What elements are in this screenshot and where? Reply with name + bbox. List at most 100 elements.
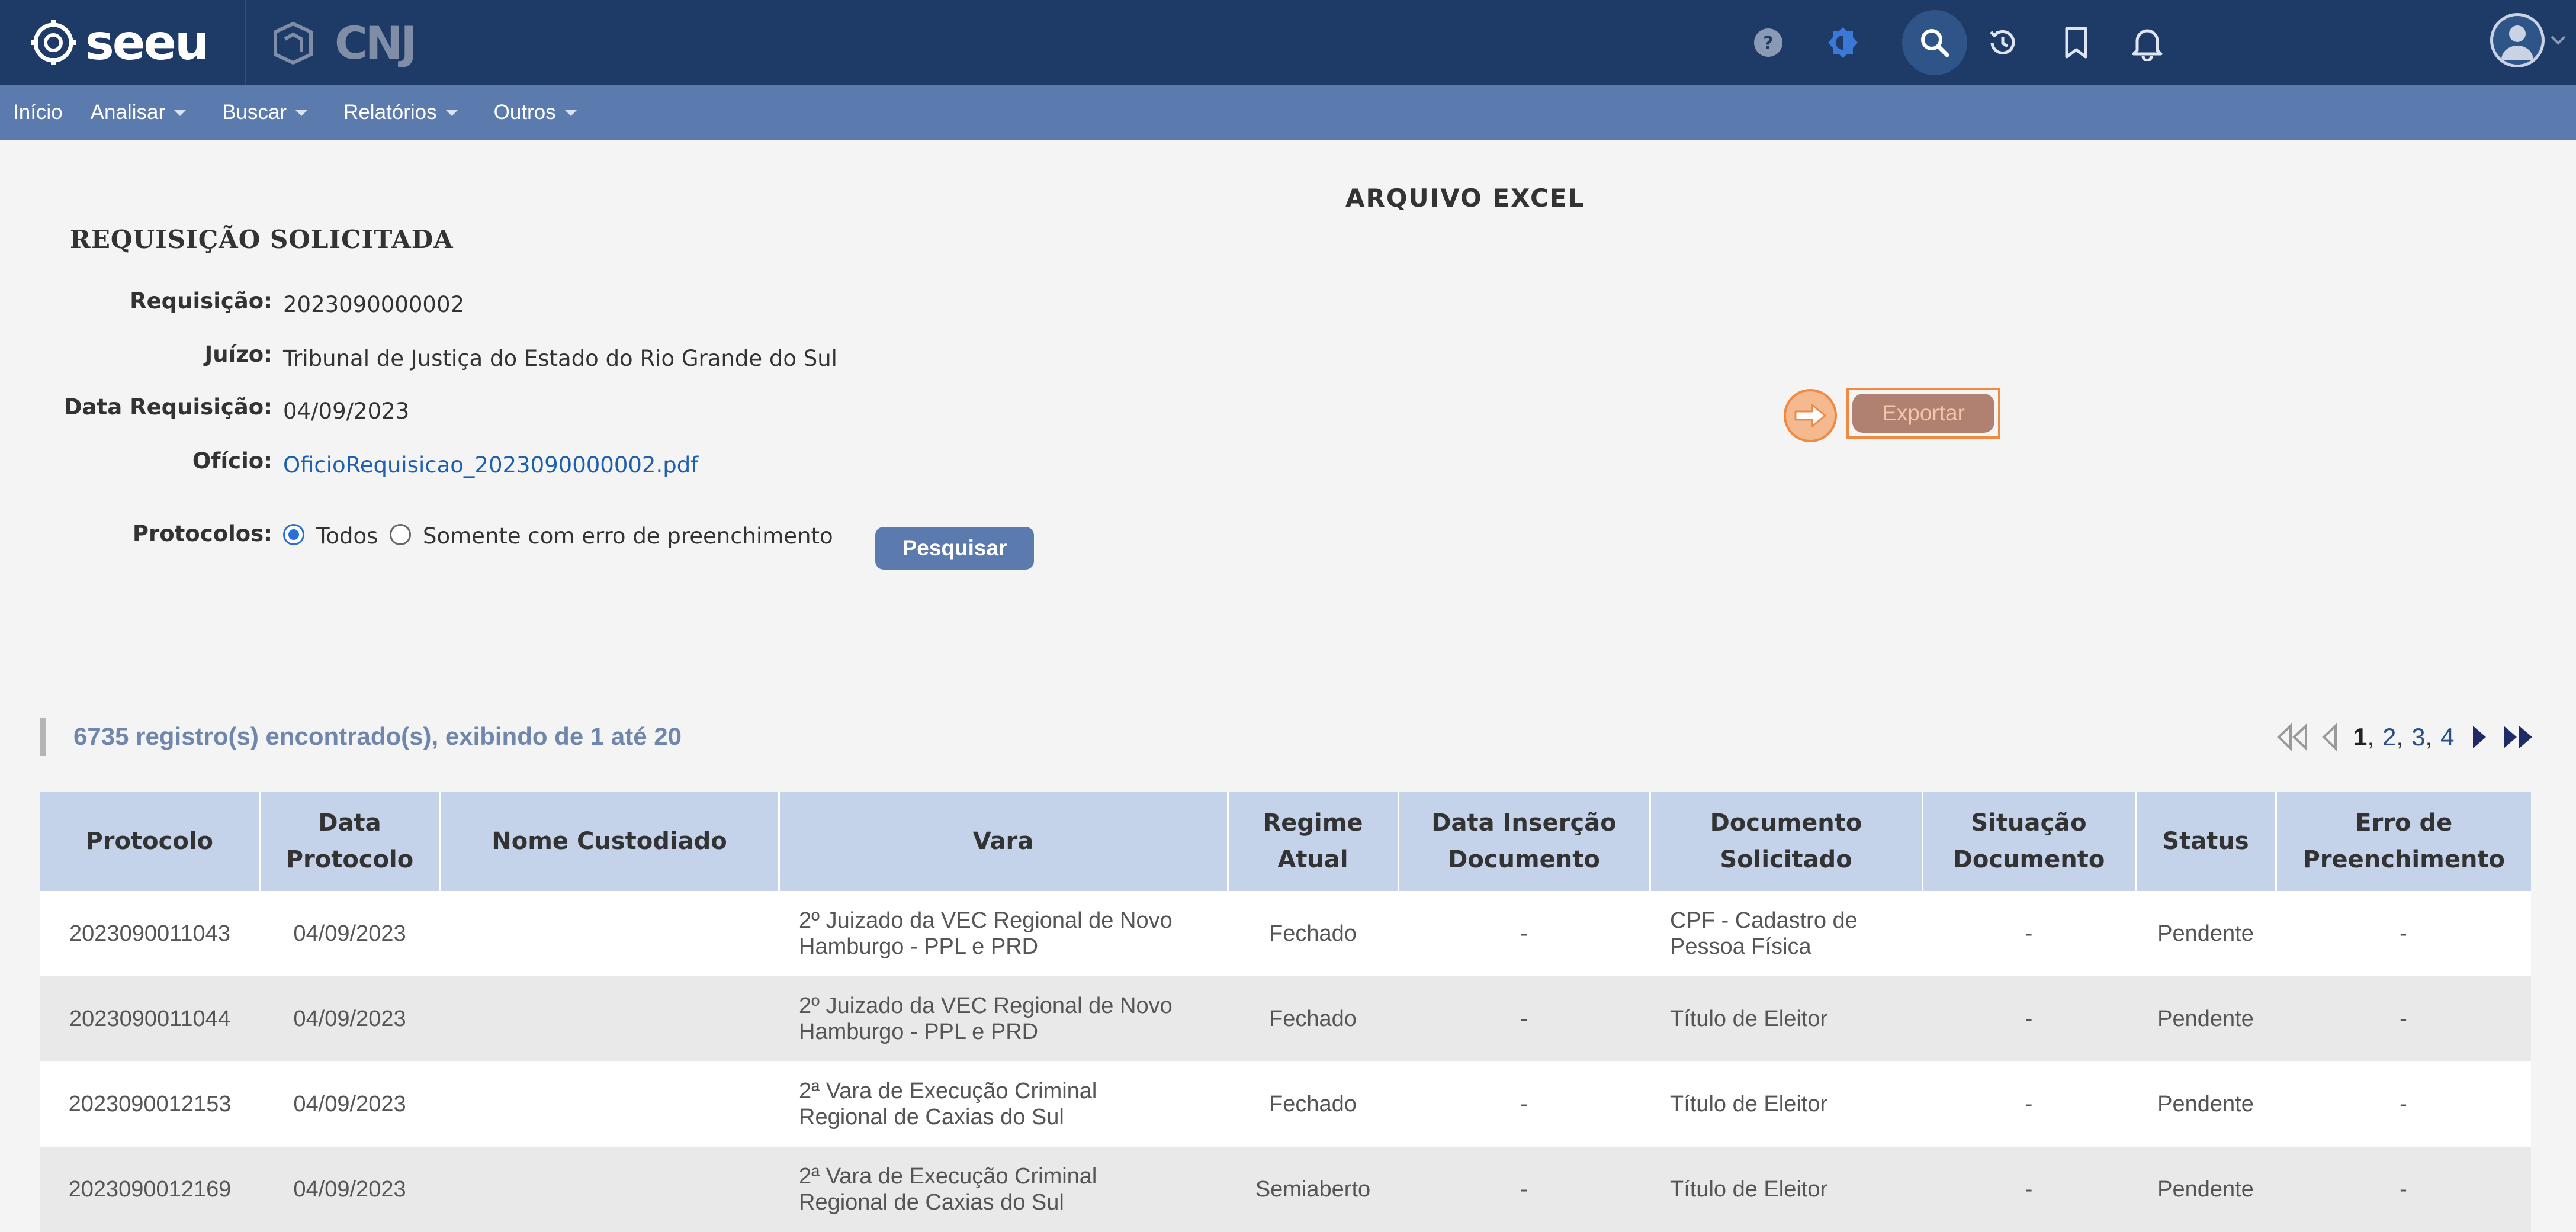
first-page-icon[interactable] <box>2274 722 2311 752</box>
cell-erro: - <box>2276 1147 2531 1232</box>
bell-icon[interactable] <box>2119 14 2176 71</box>
cell-situacao: - <box>1922 891 2135 976</box>
history-icon[interactable] <box>1974 14 2031 71</box>
menu-item-analisar[interactable]: Analisar <box>91 101 187 124</box>
juizo-label: Juízo: <box>204 342 272 367</box>
dropdown-caret-icon <box>295 109 309 116</box>
cell-documento: Título de Eleitor <box>1650 1147 1922 1232</box>
menu-item-label: Relatórios <box>343 101 437 124</box>
bookmark-icon[interactable] <box>2048 14 2105 71</box>
cell-erro: - <box>2276 1061 2531 1147</box>
protocolos-label: Protocolos: <box>132 521 272 546</box>
cell-protocolo: 2023090012169 <box>40 1147 259 1232</box>
col-header-erro-preenchimento[interactable]: Erro de Preenchimento <box>2276 792 2531 891</box>
theme-icon[interactable] <box>1814 14 1871 71</box>
cell-status: Pendente <box>2135 1147 2276 1232</box>
cell-nome <box>440 891 779 976</box>
col-header-status[interactable]: Status <box>2135 792 2277 891</box>
cell-vara: 2ª Vara de Execução Criminal Regional de … <box>779 1147 1228 1232</box>
col-header-regime-atual[interactable]: Regime Atual <box>1228 792 1399 891</box>
menu-item-buscar[interactable]: Buscar <box>222 101 309 124</box>
cell-vara: 2º Juizado da VEC Regional de Novo Hambur… <box>779 976 1228 1061</box>
cell-vara: 2º Juizado da VEC Regional de Novo Hambur… <box>779 891 1228 976</box>
cell-documento: Título de Eleitor <box>1650 1061 1922 1147</box>
radio-todos-label[interactable]: Todos <box>316 523 378 549</box>
oficio-pdf-link[interactable]: OficioRequisicao_2023090000002.pdf <box>283 452 698 478</box>
menu-item-outros[interactable]: Outros <box>494 101 577 124</box>
col-header-situacao-documento[interactable]: Situação Documento <box>1922 792 2137 891</box>
menu-item-inicio[interactable]: Início <box>13 101 63 124</box>
exportar-highlight: Exportar <box>1846 388 2000 439</box>
table-row[interactable]: 2023090012153 04/09/2023 2ª Vara de Exec… <box>40 1061 2531 1147</box>
user-menu-chevron-icon[interactable] <box>2549 34 2567 46</box>
cell-situacao: - <box>1922 1061 2135 1147</box>
menu-item-label: Analisar <box>90 101 166 124</box>
table-row[interactable]: 2023090011044 04/09/2023 2º Juizado da V… <box>40 976 2531 1061</box>
logo-text: seeu <box>85 14 209 71</box>
menu-item-label: Buscar <box>222 101 287 124</box>
dropdown-caret-icon <box>564 109 577 116</box>
radio-todos[interactable] <box>283 524 304 545</box>
protocol-table: Protocolo Data Protocolo Nome Custodiado … <box>40 792 2531 1232</box>
col-header-documento-solicitado[interactable]: Documento Solicitado <box>1650 792 1923 891</box>
page-link-3[interactable]: 3 <box>2411 723 2425 751</box>
search-icon[interactable] <box>1902 10 1967 75</box>
previous-page-icon[interactable] <box>2319 722 2340 752</box>
section-title: REQUISIÇÃO SOLICITADA <box>70 225 454 254</box>
cell-nome <box>440 976 779 1061</box>
arrow-right-icon <box>1784 389 1837 442</box>
radio-somente-erro[interactable] <box>390 524 411 545</box>
pesquisar-button[interactable]: Pesquisar <box>875 527 1034 570</box>
cell-regime: Fechado <box>1228 976 1398 1061</box>
page-link-4[interactable]: 4 <box>2440 723 2454 751</box>
cell-data-insercao: - <box>1398 891 1650 976</box>
cell-status: Pendente <box>2135 976 2276 1061</box>
exportar-button[interactable]: Exportar <box>1852 394 1994 433</box>
cell-data-insercao: - <box>1398 1061 1650 1147</box>
col-header-vara[interactable]: Vara <box>779 792 1229 891</box>
menu-item-relatorios[interactable]: Relatórios <box>343 101 458 124</box>
col-header-data-insercao[interactable]: Data Inserção Documento <box>1398 792 1651 891</box>
col-header-protocolo[interactable]: Protocolo <box>40 792 261 891</box>
svg-text:?: ? <box>1763 33 1773 54</box>
table-row[interactable]: 2023090011043 04/09/2023 2º Juizado da V… <box>40 891 2531 976</box>
cell-data-insercao: - <box>1398 976 1650 1061</box>
page-link-2[interactable]: 2 <box>2382 723 2396 751</box>
cell-situacao: - <box>1922 976 2135 1061</box>
juizo-value: Tribunal de Justiça do Estado do Rio Gra… <box>283 346 837 371</box>
radio-somente-erro-label[interactable]: Somente com erro de preenchimento <box>423 523 833 549</box>
oficio-label: Ofício: <box>192 448 272 474</box>
cell-protocolo: 2023090012153 <box>40 1061 259 1147</box>
cell-data-insercao: - <box>1398 1147 1650 1232</box>
dropdown-caret-icon <box>174 109 187 116</box>
col-header-nome-custodiado[interactable]: Nome Custodiado <box>440 792 780 891</box>
header-divider <box>245 0 246 85</box>
menu-item-label: Início <box>13 101 63 124</box>
table-row[interactable]: 2023090012169 04/09/2023 2ª Vara de Exec… <box>40 1147 2531 1232</box>
cell-status: Pendente <box>2135 1061 2276 1147</box>
cell-erro: - <box>2276 891 2531 976</box>
page-title: ARQUIVO EXCEL <box>1345 184 1585 213</box>
cell-protocolo: 2023090011043 <box>40 891 259 976</box>
cell-data: 04/09/2023 <box>259 1147 440 1232</box>
table-header-row: Protocolo Data Protocolo Nome Custodiado … <box>40 792 2531 891</box>
cell-documento: CPF - Cadastro de Pessoa Física <box>1650 891 1922 976</box>
seeu-logo[interactable]: seeu <box>30 13 209 72</box>
cell-vara: 2ª Vara de Execução Criminal Regional de … <box>779 1061 1228 1147</box>
user-avatar-icon[interactable] <box>2490 13 2545 67</box>
cell-nome <box>440 1061 779 1147</box>
col-header-data-protocolo[interactable]: Data Protocolo <box>259 792 441 891</box>
page-link-1[interactable]: 1 <box>2353 723 2367 751</box>
requisicao-value: 2023090000002 <box>283 292 465 317</box>
last-page-icon[interactable] <box>2500 722 2537 752</box>
gear-logo-icon <box>31 20 76 65</box>
pagination: 1, 2, 3, 4 <box>2274 719 2537 755</box>
cell-status: Pendente <box>2135 891 2276 976</box>
help-icon[interactable]: ? <box>1740 14 1797 71</box>
records-accent-bar <box>40 718 46 756</box>
cell-data: 04/09/2023 <box>259 891 440 976</box>
top-header: seeu CNJ ? <box>0 0 2576 85</box>
dropdown-caret-icon <box>445 109 458 116</box>
next-page-icon[interactable] <box>2468 722 2490 752</box>
cell-protocolo: 2023090011044 <box>40 976 259 1061</box>
